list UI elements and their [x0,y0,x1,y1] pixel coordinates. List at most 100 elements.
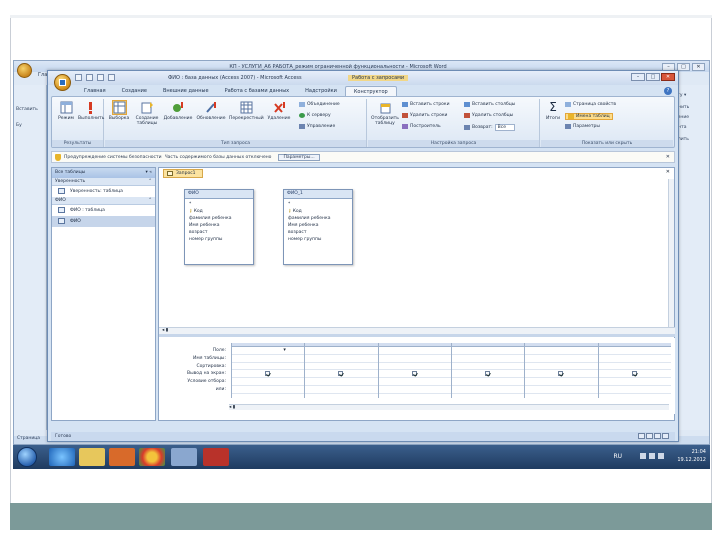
table-box-title[interactable]: ФИО_1 [284,190,352,199]
table-box[interactable]: ФИО_1 * ⚷ Код фамилия ребенка Имя ребенк… [283,189,353,265]
grid-cell[interactable] [378,386,451,394]
grid-cell[interactable] [452,355,525,363]
grid-cell[interactable] [232,363,305,371]
internet-explorer-icon[interactable] [49,448,75,466]
insert-columns-button[interactable]: Вставить столбцы [464,102,515,107]
table-pane-vertical-scrollbar[interactable] [668,179,674,327]
tab-create[interactable]: Создание [114,86,155,96]
grid-cell[interactable] [305,386,378,394]
delete-rows-button[interactable]: Удалить строки [402,113,447,118]
query-tab[interactable]: Запрос1 [163,169,203,178]
grid-cell[interactable] [232,355,305,363]
word-paste-label[interactable]: Вставить [16,107,38,112]
grid-cell[interactable] [525,378,598,386]
show-checkbox[interactable] [558,371,564,377]
field-dropdown-icon[interactable]: ▾ [283,347,286,353]
property-sheet-button[interactable]: Страница свойств [565,102,616,107]
customize-qat-icon[interactable] [108,74,115,81]
append-button[interactable]: Добавление [163,101,193,121]
grid-cell[interactable] [452,370,525,379]
tab-home[interactable]: Главная [76,86,114,96]
grid-cell[interactable] [525,347,598,355]
pane-splitter[interactable] [159,334,675,337]
parameters-button[interactable]: Параметры [565,124,600,129]
grid-cell[interactable] [598,363,671,371]
nav-section[interactable]: Уверенность ⌃ [52,178,155,186]
grid-cell[interactable] [452,363,525,371]
insert-rows-button[interactable]: Вставить строки [402,102,450,107]
media-player-icon[interactable] [109,448,135,466]
make-table-button[interactable]: Создание таблицы [133,101,161,126]
delete-query-button[interactable]: Удаление [265,101,293,121]
word-taskbar-icon[interactable] [171,448,197,466]
field-item[interactable]: возраст [189,229,249,236]
crosstab-button[interactable]: Перекрестный [229,101,264,121]
maximize-button[interactable]: □ [646,73,660,81]
sql-view-icon[interactable] [654,433,661,439]
tab-database-tools[interactable]: Работа с базами данных [217,86,298,96]
grid-cell[interactable] [305,363,378,371]
grid-cell[interactable] [598,378,671,386]
union-button[interactable]: Объединение [299,102,340,107]
volume-icon[interactable] [658,453,664,459]
field-item[interactable]: фамилия ребенка [189,215,249,222]
table-pane[interactable]: ФИО * ⚷ Код фамилия ребенка Имя ребенка … [159,179,669,327]
grid-cell[interactable] [525,363,598,371]
data-definition-button[interactable]: Управление [299,124,335,129]
grid-cell[interactable] [452,347,525,355]
view-button[interactable]: Режим [55,101,77,121]
grid-cell[interactable] [378,378,451,386]
start-button[interactable] [17,447,37,467]
update-button[interactable]: Обновление [195,101,227,121]
grid-cell[interactable] [232,378,305,386]
tab-external-data[interactable]: Внешние данные [155,86,217,96]
grid-cell[interactable] [232,370,305,379]
close-warning-icon[interactable]: ✕ [666,154,670,160]
show-checkbox[interactable] [411,371,417,377]
field-item[interactable]: фамилия ребенка [288,215,348,222]
totals-button[interactable]: Σ Итоги [543,101,563,122]
close-document-icon[interactable]: ✕ [666,169,670,175]
design-view-icon[interactable] [662,433,669,439]
word-office-button[interactable] [17,63,32,78]
field-item[interactable]: * [189,201,249,208]
field-item[interactable]: ⚷ Код [288,208,348,215]
nav-item[interactable]: Уверенность: таблица [52,186,155,197]
table-pane-horizontal-scrollbar[interactable]: ◂ ▮ [159,327,675,334]
return-selector[interactable]: Возврат: Все [464,124,515,131]
network-icon[interactable] [649,453,655,459]
field-item[interactable]: возраст [288,229,348,236]
grid-horizontal-scrollbar[interactable]: ◂ ▮ [229,404,669,410]
grid-cell[interactable] [305,355,378,363]
show-checkbox[interactable] [265,371,271,377]
word-font-label[interactable]: Бу [16,123,22,128]
select-query-button[interactable]: Выборка [107,100,131,121]
save-icon[interactable] [75,74,82,81]
grid-cell[interactable] [598,370,671,379]
help-icon[interactable]: ? [664,87,672,95]
redo-icon[interactable] [97,74,104,81]
office-button[interactable] [54,74,71,91]
grid-cell[interactable] [598,347,671,355]
grid-cell[interactable] [305,378,378,386]
table-box-title[interactable]: ФИО [185,190,253,199]
grid-cell[interactable] [378,370,451,379]
field-item[interactable]: * [288,201,348,208]
undo-icon[interactable] [86,74,93,81]
clock[interactable]: 21:04 19.12.2012 [677,448,706,464]
delete-columns-button[interactable]: Удалить столбцы [464,113,513,118]
grid-cell[interactable] [452,386,525,394]
grid-cell[interactable] [525,355,598,363]
grid-cell[interactable] [598,355,671,363]
return-value[interactable]: Все [494,124,515,131]
explorer-folder-icon[interactable] [79,448,105,466]
grid-cell[interactable] [525,370,598,379]
nav-header[interactable]: Все таблицы ▾ « [52,168,155,178]
grid-cell[interactable] [378,355,451,363]
field-item[interactable]: Имя ребенка [288,222,348,229]
grid-cell[interactable] [378,347,451,355]
grid-cell[interactable] [378,363,451,371]
field-item[interactable]: номер группы [288,236,348,243]
grid-cell[interactable] [525,386,598,394]
word-close-button[interactable]: ✕ [692,62,705,71]
